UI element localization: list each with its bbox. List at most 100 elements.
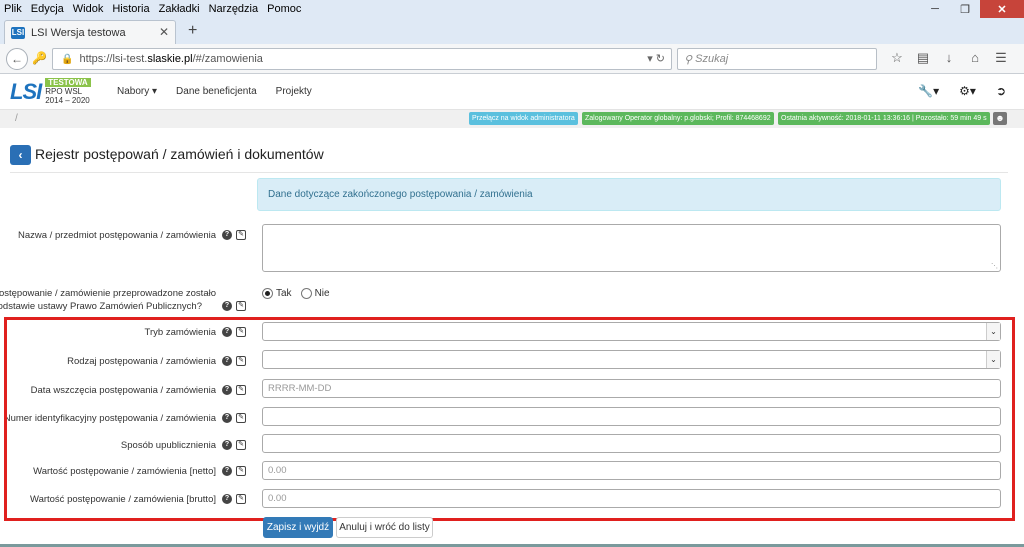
help-icon[interactable]: ? <box>222 413 232 423</box>
minimize-icon[interactable]: ─ <box>920 0 950 18</box>
label-tryb: Tryb zamówienia <box>144 327 216 338</box>
data-input[interactable]: RRRR-MM-DD <box>262 379 1001 398</box>
help-icon[interactable]: ? <box>222 494 232 504</box>
breadcrumb: / <box>15 113 18 124</box>
lsi-logo[interactable]: LSI TESTOWA RPO WSL 2014 – 2020 <box>10 78 91 105</box>
url-host: slaskie.pl <box>147 53 193 65</box>
edit-icon[interactable]: ✎ <box>236 413 246 423</box>
cancel-button[interactable]: Anuluj i wróć do listy <box>336 517 433 538</box>
reload-icon[interactable]: ▾ ↻ <box>647 52 665 65</box>
nav-dane-beneficjenta[interactable]: Dane beneficjenta <box>176 86 257 97</box>
help-icons: ? ✎ <box>222 413 246 423</box>
help-icon[interactable]: ? <box>222 230 232 240</box>
edit-icon[interactable]: ✎ <box>236 440 246 450</box>
browser-tab[interactable]: LSI LSI Wersja testowa ✕ <box>4 20 176 44</box>
wrench-icon[interactable]: 🔧▾ <box>918 84 939 98</box>
edit-icon[interactable]: ✎ <box>236 230 246 240</box>
home-icon[interactable]: ⌂ <box>962 50 988 66</box>
menu-edycja[interactable]: Edycja <box>31 3 64 15</box>
info-panel: Dane dotyczące zakończonego postępowania… <box>257 178 1001 211</box>
resize-grip-icon[interactable]: ⋱ <box>991 262 998 270</box>
app-header: LSI TESTOWA RPO WSL 2014 – 2020 Nabory ▾… <box>0 74 1024 110</box>
back-arrow-icon[interactable]: ← <box>6 48 28 70</box>
download-icon[interactable]: ↓ <box>936 50 962 66</box>
key-icon[interactable]: 🔑 <box>32 51 47 65</box>
help-icons: ? ✎ <box>222 327 246 337</box>
chevron-down-icon[interactable]: ⌄ <box>986 351 1000 368</box>
url-prefix: https://lsi-test. <box>79 53 148 65</box>
radio-nie-label: Nie <box>314 288 330 299</box>
close-window-icon[interactable]: ✕ <box>980 0 1024 18</box>
title-divider <box>10 172 1008 173</box>
lock-icon: 🔒 <box>61 53 74 65</box>
save-exit-button[interactable]: Zapisz i wyjdź <box>263 517 333 538</box>
user-icon[interactable]: ☻ <box>993 112 1007 125</box>
help-icon[interactable]: ? <box>222 327 232 337</box>
logo-badge: TESTOWA <box>45 78 91 87</box>
edit-icon[interactable]: ✎ <box>236 327 246 337</box>
logo-text: TESTOWA RPO WSL 2014 – 2020 <box>45 78 91 105</box>
label-netto: Wartość postępowanie / zamówienia [netto… <box>33 466 216 477</box>
menu-historia[interactable]: Historia <box>112 3 149 15</box>
chevron-down-icon[interactable]: ⌄ <box>986 323 1000 340</box>
tab-close-icon[interactable]: ✕ <box>159 25 169 39</box>
bookmark-star-icon[interactable]: ☆ <box>884 50 910 66</box>
help-icons: ? ✎ <box>222 466 246 476</box>
menu-zakladki[interactable]: Zakładki <box>159 3 200 15</box>
netto-input[interactable]: 0.00 <box>262 461 1001 480</box>
logo-line1: RPO WSL <box>45 87 83 96</box>
menu-widok[interactable]: Widok <box>73 3 104 15</box>
tab-bar: LSI LSI Wersja testowa ✕ + <box>0 18 1024 44</box>
menu-plik[interactable]: Plik <box>4 3 22 15</box>
back-button[interactable]: ‹ <box>10 145 31 165</box>
label-brutto: Wartość postępowanie / zamówienia [brutt… <box>29 494 216 505</box>
label-numer: Numer identyfikacyjny postępowania / zam… <box>3 413 216 424</box>
reading-list-icon[interactable]: ▤ <box>910 50 936 66</box>
edit-icon[interactable]: ✎ <box>236 494 246 504</box>
sposob-input[interactable] <box>262 434 1001 453</box>
numer-input[interactable] <box>262 407 1001 426</box>
switch-admin-button[interactable]: Przełącz na widok administratora <box>469 112 578 125</box>
edit-icon[interactable]: ✎ <box>236 466 246 476</box>
nazwa-textarea[interactable]: ⋱ <box>262 224 1001 272</box>
label-data: Data wszczęcia postępowania / zamówienia <box>30 385 216 396</box>
new-tab-icon[interactable]: + <box>188 22 197 40</box>
help-icon[interactable]: ? <box>222 466 232 476</box>
edit-icon[interactable]: ✎ <box>236 356 246 366</box>
help-icons: ? ✎ <box>222 301 246 311</box>
activity-badge: Ostatnia aktywność: 2018-01-11 13:36:16 … <box>778 112 990 125</box>
browser-toolbar-icons: ☆ ▤ ↓ ⌂ ☰ <box>884 50 1014 66</box>
tryb-select[interactable]: ⌄ <box>262 322 1001 341</box>
radio-tak[interactable] <box>262 288 273 299</box>
help-icon[interactable]: ? <box>222 385 232 395</box>
url-bar[interactable]: 🔒 https://lsi-test. slaskie.pl/#/zamowien… <box>52 48 672 70</box>
url-path: /#/zamowienia <box>192 53 263 65</box>
search-input[interactable]: ⚲ Szukaj <box>677 48 877 70</box>
edit-icon[interactable]: ✎ <box>236 385 246 395</box>
maximize-icon[interactable]: ❐ <box>950 0 980 18</box>
logo-lsi: LSI <box>10 78 42 104</box>
lsi-favicon-icon: LSI <box>11 26 25 39</box>
menu-pomoc[interactable]: Pomoc <box>267 3 301 15</box>
logout-icon[interactable]: ➲ <box>996 84 1006 98</box>
hamburger-menu-icon[interactable]: ☰ <box>988 50 1014 66</box>
navigation-bar: ← 🔑 🔒 https://lsi-test. slaskie.pl/#/zamo… <box>0 44 1024 74</box>
window-controls: ─ ❐ ✕ <box>920 0 1024 18</box>
gear-icon[interactable]: ⚙▾ <box>959 84 976 98</box>
nav-projekty[interactable]: Projekty <box>276 86 312 97</box>
label-rodzaj: Rodzaj postępowania / zamówienia <box>67 356 216 367</box>
help-icon[interactable]: ? <box>222 356 232 366</box>
radio-nie[interactable] <box>300 288 312 299</box>
rodzaj-select[interactable]: ⌄ <box>262 350 1001 369</box>
tab-title: LSI Wersja testowa <box>31 26 126 39</box>
brutto-input[interactable]: 0.00 <box>262 489 1001 508</box>
label-pzp-line1: Czy postępowanie / zamówienie przeprowad… <box>0 288 216 299</box>
help-icons: ? ✎ <box>222 440 246 450</box>
edit-icon[interactable]: ✎ <box>236 301 246 311</box>
help-icon[interactable]: ? <box>222 301 232 311</box>
label-sposob: Sposób upublicznienia <box>120 440 216 451</box>
help-icon[interactable]: ? <box>222 440 232 450</box>
status-bar: / Przełącz na widok administratora Zalog… <box>0 110 1024 128</box>
menu-narzedzia[interactable]: Narzędzia <box>209 3 259 15</box>
nav-nabory[interactable]: Nabory ▾ <box>117 86 157 97</box>
